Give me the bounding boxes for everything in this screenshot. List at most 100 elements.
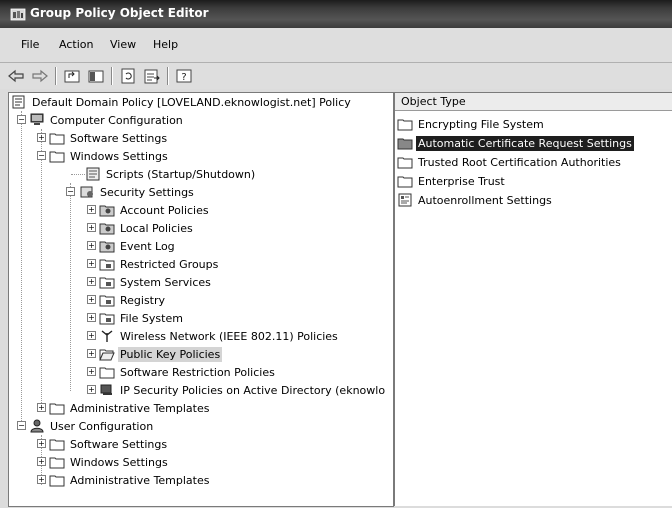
expand-toggle[interactable]: +: [87, 277, 96, 286]
list-item[interactable]: Trusted Root Certification Authorities: [397, 153, 623, 171]
svg-text:?: ?: [181, 72, 186, 83]
collapse-toggle[interactable]: −: [37, 151, 46, 160]
list-item[interactable]: Enterprise Trust: [397, 172, 507, 190]
folder-icon: [49, 439, 65, 451]
tree-item-computer-configuration[interactable]: Computer Configuration: [29, 111, 185, 129]
export-list-icon[interactable]: [142, 67, 162, 85]
tree-item-admin-templates[interactable]: Administrative Templates: [49, 399, 212, 417]
script-icon: [86, 167, 100, 181]
tree-item-registry[interactable]: Registry: [99, 291, 167, 309]
refresh-icon[interactable]: [118, 67, 138, 85]
menu-help[interactable]: Help: [153, 38, 178, 51]
tree-item-software-settings[interactable]: Software Settings: [49, 129, 169, 147]
tree-item-restricted-groups[interactable]: Restricted Groups: [99, 255, 220, 273]
collapse-toggle[interactable]: −: [17, 421, 26, 430]
column-header-object-type[interactable]: Object Type: [395, 93, 672, 111]
tree-label: Security Settings: [100, 185, 194, 199]
expand-toggle[interactable]: +: [87, 205, 96, 214]
settings-document-icon: [398, 193, 412, 207]
tree-item-user-configuration[interactable]: User Configuration: [29, 417, 155, 435]
tree-label: Software Settings: [70, 437, 168, 451]
tree-item-ip-security[interactable]: IP Security Policies on Active Directory…: [99, 381, 387, 399]
tree-label: IP Security Policies on Active Directory…: [120, 383, 386, 397]
tree-label: Local Policies: [120, 221, 193, 235]
antenna-icon: [101, 330, 113, 342]
tree-item-event-log[interactable]: Event Log: [99, 237, 177, 255]
folder-icon: [49, 403, 65, 415]
title-bar: Group Policy Object Editor: [0, 0, 672, 28]
list-item[interactable]: Encrypting File System: [397, 115, 546, 133]
expand-toggle[interactable]: +: [87, 241, 96, 250]
tree-item-security-settings[interactable]: Security Settings: [79, 183, 196, 201]
expand-toggle[interactable]: +: [37, 475, 46, 484]
tree-label: System Services: [120, 275, 211, 289]
tree-item-software-restriction[interactable]: Software Restriction Policies: [99, 363, 277, 381]
expand-toggle[interactable]: +: [87, 223, 96, 232]
tree-item-scripts[interactable]: Scripts (Startup/Shutdown): [85, 165, 257, 183]
list-item[interactable]: Automatic Certificate Request Settings: [397, 134, 634, 152]
expand-toggle[interactable]: +: [37, 133, 46, 142]
tree-item-local-policies[interactable]: Local Policies: [99, 219, 195, 237]
locked-folder-icon: [99, 259, 115, 271]
tree-label: Administrative Templates: [70, 401, 210, 415]
tree-item-public-key-policies[interactable]: Public Key Policies: [99, 345, 223, 363]
list-item-label: Automatic Certificate Request Settings: [416, 135, 634, 151]
tree-item-user-windows-settings[interactable]: Windows Settings: [49, 453, 170, 471]
expand-toggle[interactable]: +: [37, 457, 46, 466]
expand-toggle[interactable]: +: [87, 259, 96, 268]
folder-icon: [397, 138, 413, 150]
folder-icon: [397, 176, 413, 188]
folder-icon: [397, 119, 413, 131]
policy-icon: [12, 95, 25, 109]
tree-label: User Configuration: [50, 419, 154, 433]
expand-toggle[interactable]: +: [87, 349, 96, 358]
toolbar: ?: [0, 63, 672, 90]
locked-folder-icon: [99, 313, 115, 325]
toolbar-separator: [55, 67, 57, 85]
tree-label: Default Domain Policy [LOVELAND.eknowlog…: [32, 95, 351, 109]
expand-toggle[interactable]: +: [37, 403, 46, 412]
list-item[interactable]: Autoenrollment Settings: [397, 191, 554, 209]
tree-label: Administrative Templates: [70, 473, 210, 487]
menu-file[interactable]: File: [21, 38, 39, 51]
tree-label: Software Settings: [70, 131, 168, 145]
details-pane[interactable]: Object Type Encrypting File System Autom…: [394, 92, 672, 506]
locked-folder-icon: [99, 295, 115, 307]
expand-toggle[interactable]: +: [87, 331, 96, 340]
list-item-label: Autoenrollment Settings: [418, 193, 552, 207]
expand-toggle[interactable]: +: [87, 295, 96, 304]
console-tree[interactable]: Default Domain Policy [LOVELAND.eknowlog…: [8, 92, 394, 507]
expand-toggle[interactable]: +: [87, 313, 96, 322]
menu-view[interactable]: View: [110, 38, 136, 51]
folder-open-icon: [49, 151, 65, 163]
tree-item-system-services[interactable]: System Services: [99, 273, 213, 291]
locked-folder-icon: [99, 277, 115, 289]
expand-toggle[interactable]: +: [37, 439, 46, 448]
back-arrow-icon[interactable]: [6, 67, 26, 85]
list-item-label: Trusted Root Certification Authorities: [418, 155, 621, 169]
tree-line: [21, 111, 22, 427]
tree-item-windows-settings[interactable]: Windows Settings: [49, 147, 170, 165]
menu-action[interactable]: Action: [59, 38, 93, 51]
tree-label: Windows Settings: [70, 149, 168, 163]
show-hide-console-tree-icon[interactable]: [86, 67, 106, 85]
forward-arrow-icon[interactable]: [30, 67, 50, 85]
tree-item-wireless-network[interactable]: Wireless Network (IEEE 802.11) Policies: [99, 327, 340, 345]
tree-item-user-admin-templates[interactable]: Administrative Templates: [49, 471, 212, 489]
up-one-level-icon[interactable]: [62, 67, 82, 85]
tree-label: Event Log: [120, 239, 175, 253]
tree-label: Wireless Network (IEEE 802.11) Policies: [120, 329, 338, 343]
tree-item-root[interactable]: Default Domain Policy [LOVELAND.eknowlog…: [11, 93, 353, 111]
tree-label: Restricted Groups: [120, 257, 219, 271]
tree-item-file-system[interactable]: File System: [99, 309, 185, 327]
tree-label: Registry: [120, 293, 166, 307]
tree-item-account-policies[interactable]: Account Policies: [99, 201, 211, 219]
tree-item-user-software-settings[interactable]: Software Settings: [49, 435, 169, 453]
policy-folder-icon: [99, 205, 115, 217]
help-icon[interactable]: ?: [174, 67, 194, 85]
expand-toggle[interactable]: +: [87, 385, 96, 394]
collapse-toggle[interactable]: −: [17, 115, 26, 124]
expand-toggle[interactable]: +: [87, 367, 96, 376]
column-header-label: Object Type: [401, 95, 466, 108]
collapse-toggle[interactable]: −: [66, 187, 75, 196]
